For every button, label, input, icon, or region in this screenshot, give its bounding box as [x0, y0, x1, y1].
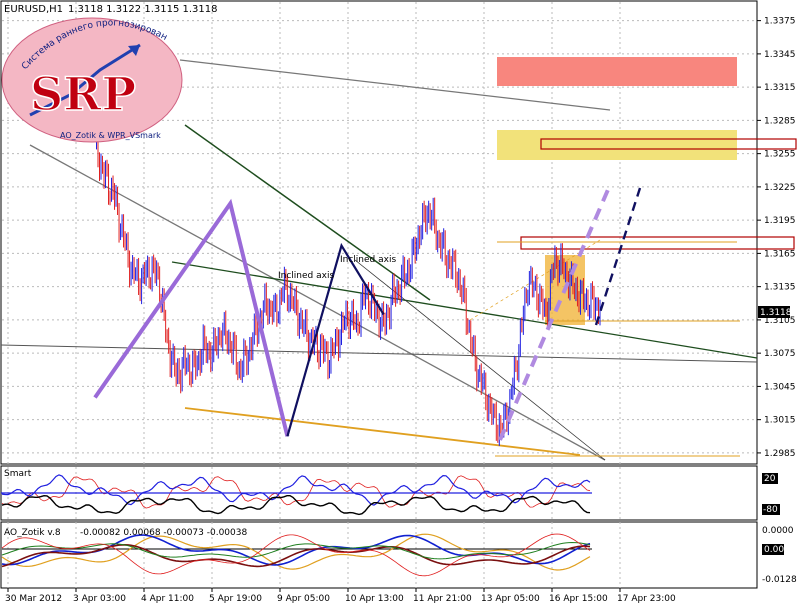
y-tick-label: 1.3345: [764, 50, 796, 60]
x-tick-label: 30 Mar 2012: [5, 594, 62, 604]
red-resistance-zone: [497, 57, 737, 86]
y-tick-label: 1.3255: [764, 150, 796, 160]
x-axis-ticks: 30 Mar 2012 3 Apr 03:00 4 Apr 11:00 5 Apr 1…: [5, 588, 676, 604]
y-tick-label: 1.3315: [764, 83, 796, 93]
ao-indicator-values: -0.00082 0.00068 -0.00073 -0.00038: [80, 528, 247, 538]
smart-indicator-title: Smart: [4, 469, 32, 479]
ao-indicator-lines: [1, 533, 592, 577]
x-tick-label: 17 Apr 23:00: [617, 594, 676, 604]
ao-level-bottom: -0.0128: [762, 575, 797, 585]
symbol-label: EURUSD,H1: [4, 4, 63, 15]
y-tick-label: 1.3195: [764, 216, 796, 226]
ao-level-mid: 0.00: [764, 545, 784, 555]
inclined-axis-label-1: Inclined axis: [278, 271, 334, 281]
y-tick-label: 1.3015: [764, 416, 796, 426]
smart-indicator-lines: [1, 474, 591, 516]
logo-bottom-text: AO_Zotik & WPR_VSmark: [60, 131, 161, 140]
srp-logo: Система раннего прогнозирования SRP AO_Z…: [0, 0, 183, 143]
ao-maroon-line: [1, 543, 591, 568]
current-price-label: 1.3118: [760, 308, 792, 318]
inclined-axis-label-2: Inclined axis: [340, 255, 396, 265]
y-tick-label: 1.3285: [764, 116, 796, 126]
orange-support-line: [184, 407, 581, 456]
ao-level-top: 0.0000: [762, 526, 794, 536]
y-tick-label: 1.2985: [764, 449, 796, 459]
x-tick-label: 4 Apr 11:00: [141, 594, 194, 604]
navy-projection-line: [594, 187, 642, 326]
y-tick-label: 1.3045: [764, 382, 796, 392]
x-tick-label: 9 Apr 05:00: [277, 594, 330, 604]
chart-window: Inclined axis Inclined axis EURUSD,H1 1.…: [0, 0, 800, 606]
smart-level-top: 20: [764, 474, 776, 484]
x-tick-label: 5 Apr 19:00: [209, 594, 262, 604]
logo-srp-text: SRP: [30, 67, 136, 121]
chart-canvas: Inclined axis Inclined axis EURUSD,H1 1.…: [0, 0, 797, 604]
x-tick-label: 10 Apr 13:00: [345, 594, 404, 604]
y-axis-ticks: 1.3375 1.3345 1.3315 1.3285 1.3255 1.3225 1.31…: [757, 17, 796, 459]
x-tick-label: 13 Apr 05:00: [481, 594, 540, 604]
y-tick-label: 1.3165: [764, 249, 796, 259]
x-tick-label: 3 Apr 03:00: [73, 594, 126, 604]
smart-black-line: [1, 494, 591, 516]
y-tick-label: 1.3075: [764, 349, 796, 359]
x-tick-label: 11 Apr 21:00: [413, 594, 472, 604]
yellow-zone: [497, 130, 737, 160]
ao-red-line: [1, 533, 591, 577]
smart-level-bottom: -80: [763, 505, 778, 515]
ohlc-header: 1.3118 1.3122 1.3115 1.3118: [68, 4, 218, 15]
y-tick-label: 1.3135: [764, 283, 796, 293]
y-tick-label: 1.3375: [764, 17, 796, 27]
ao-indicator-title: AO_Zotik v.8: [4, 528, 61, 538]
y-tick-label: 1.3225: [764, 183, 796, 193]
x-tick-label: 16 Apr 15:00: [549, 594, 608, 604]
